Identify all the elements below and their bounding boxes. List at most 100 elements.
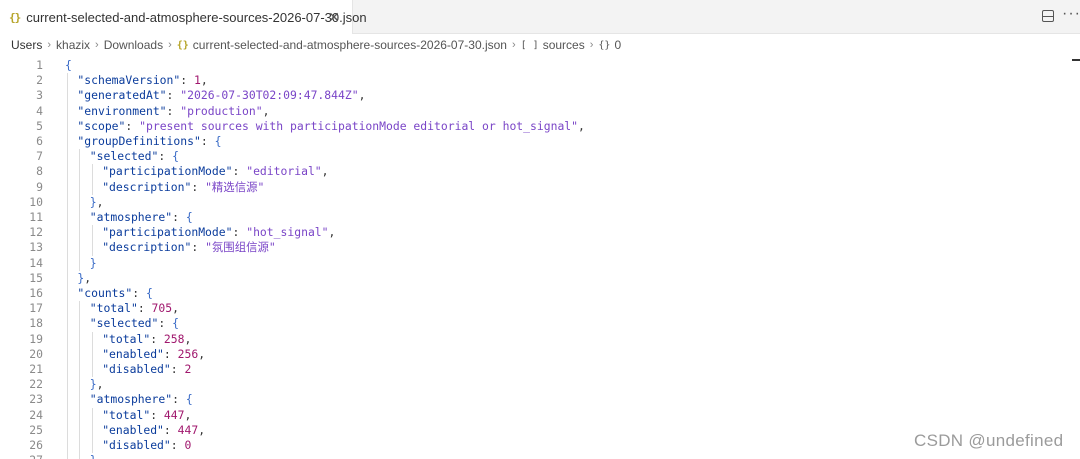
code-line[interactable]: 13 "description": "氛围组信源" [0, 240, 1060, 255]
split-editor-icon[interactable] [1042, 10, 1054, 22]
array-icon: [ ] [520, 39, 539, 51]
json-punctuation: : [180, 73, 194, 88]
indent-guide [91, 240, 93, 256]
code-line[interactable]: 24 "total": 447, [0, 408, 1060, 423]
json-punctuation: : [232, 164, 247, 179]
code-line[interactable]: 11 "atmosphere": { [0, 210, 1060, 225]
indent-guide [67, 240, 68, 256]
code-line[interactable]: 15}, [0, 271, 1060, 286]
line-number: 19 [29, 331, 43, 346]
json-bracket: } [89, 377, 97, 392]
json-bracket: { [65, 58, 72, 72]
code-line[interactable]: 9 "description": "精选信源" [0, 180, 1060, 195]
json-file-icon: {} [9, 10, 21, 24]
chevron-right-icon: › [95, 39, 99, 51]
indent-guide [91, 407, 93, 423]
breadcrumb-item-users[interactable]: Users [11, 38, 42, 52]
json-number: 447 [177, 422, 199, 437]
line-number: 18 [29, 316, 43, 331]
indent-guide [67, 438, 68, 454]
code-text: "enabled": 447, [102, 423, 205, 438]
json-bracket: } [89, 255, 97, 270]
json-punctuation: , [96, 194, 104, 209]
json-punctuation: , [198, 422, 206, 437]
code-line[interactable]: 23 "atmosphere": { [0, 392, 1060, 407]
line-number: 22 [29, 377, 43, 392]
code-line[interactable]: 14} [0, 256, 1060, 271]
breadcrumb-item-khazix[interactable]: khazix [56, 38, 90, 52]
code-line[interactable]: 1{ [0, 58, 1060, 73]
code-line[interactable]: 10}, [0, 195, 1060, 210]
json-string: "production" [180, 103, 263, 118]
code-line[interactable]: 20 "enabled": 256, [0, 347, 1060, 362]
indent-guide [79, 346, 81, 362]
code-editor[interactable]: 1{2 "schemaVersion": 1, 3 "generatedAt": "2… [0, 56, 1080, 459]
indent-guide [79, 194, 81, 210]
code-line[interactable]: 5 "scope": "present sources with particip… [0, 119, 1060, 134]
line-number: 8 [36, 164, 43, 179]
line-number: 27 [0, 453, 43, 459]
indent-guide [79, 164, 81, 180]
line-number: 14 [29, 255, 43, 270]
code-text: "disabled": 0 [102, 438, 191, 453]
breadcrumb-item-sources[interactable]: sources [543, 38, 585, 52]
line-number: 5 [36, 118, 43, 133]
indent-guide [79, 316, 81, 332]
json-key: "total" [89, 301, 138, 316]
json-number: 447 [163, 407, 185, 422]
indent-guide [67, 103, 68, 119]
code-line[interactable]: 2 "schemaVersion": 1, [0, 73, 1060, 88]
code-line[interactable]: 4 "environment": "production", [0, 104, 1060, 119]
code-line[interactable]: 27} [0, 453, 1060, 459]
indent-guide [91, 179, 93, 195]
indent-guide [79, 225, 81, 241]
code-line[interactable]: 16 "counts": { [0, 286, 1060, 301]
json-punctuation: : [232, 225, 247, 240]
json-key: "description" [102, 179, 192, 194]
code-line[interactable]: 3 "generatedAt": "2026-07-30T02:09:47.844… [0, 88, 1060, 103]
indent-guide [67, 362, 68, 378]
json-key: "scope" [77, 118, 126, 133]
breadcrumb-item-downloads[interactable]: Downloads [104, 38, 163, 52]
code-line[interactable]: 19 "total": 258, [0, 332, 1060, 347]
code-line[interactable]: 12 "participationMode": "hot_signal", [0, 225, 1060, 240]
code-text: "total": 258, [102, 332, 191, 347]
breadcrumb-item-file[interactable]: current-selected-and-atmosphere-sources-… [193, 38, 507, 52]
code-text: "groupDefinitions": { [77, 134, 221, 149]
code-line[interactable]: 26 "disabled": 0 [0, 438, 1060, 453]
close-icon[interactable]: ✕ [326, 9, 342, 25]
json-punctuation: , [198, 346, 206, 361]
code-line[interactable]: 21 "disabled": 2 [0, 362, 1060, 377]
indent-guide [67, 179, 68, 195]
code-line[interactable]: 25 "enabled": 447, [0, 423, 1060, 438]
json-bracket: { [214, 134, 222, 148]
indent-guide [67, 255, 68, 271]
code-line[interactable]: 7 "selected": { [0, 149, 1060, 164]
line-number: 15 [29, 270, 43, 285]
code-line[interactable]: 18 "selected": { [0, 316, 1060, 331]
line-number: 6 [36, 134, 43, 148]
json-key: "atmosphere" [89, 210, 173, 224]
indent-guide [79, 422, 81, 438]
code-line[interactable]: 17 "total": 705, [0, 301, 1060, 316]
line-number: 13 [29, 240, 43, 255]
indent-guide [79, 210, 81, 226]
json-number: 2 [184, 362, 192, 376]
code-text: "scope": "present sources with participa… [77, 119, 585, 134]
json-bracket: } [90, 453, 97, 459]
code-line[interactable]: 8 "participationMode": "editorial", [0, 164, 1060, 179]
more-actions-icon[interactable]: ··· [1062, 6, 1080, 22]
code-text: "participationMode": "editorial", [102, 164, 328, 179]
code-line[interactable]: 6 "groupDefinitions": { [0, 134, 1060, 149]
code-text: }, [77, 271, 91, 286]
indent-guide [67, 210, 68, 226]
json-number: 705 [151, 301, 173, 316]
line-number: 9 [36, 179, 43, 194]
tab-json-file[interactable]: {} current-selected-and-atmosphere-sourc… [0, 0, 367, 34]
indent-guide [91, 164, 93, 180]
code-text: "enabled": 256, [102, 347, 205, 362]
code-line[interactable]: 22}, [0, 377, 1060, 392]
breadcrumb-item-index[interactable]: 0 [614, 38, 621, 52]
json-punctuation: : [191, 179, 206, 194]
indent-guide [67, 73, 68, 89]
